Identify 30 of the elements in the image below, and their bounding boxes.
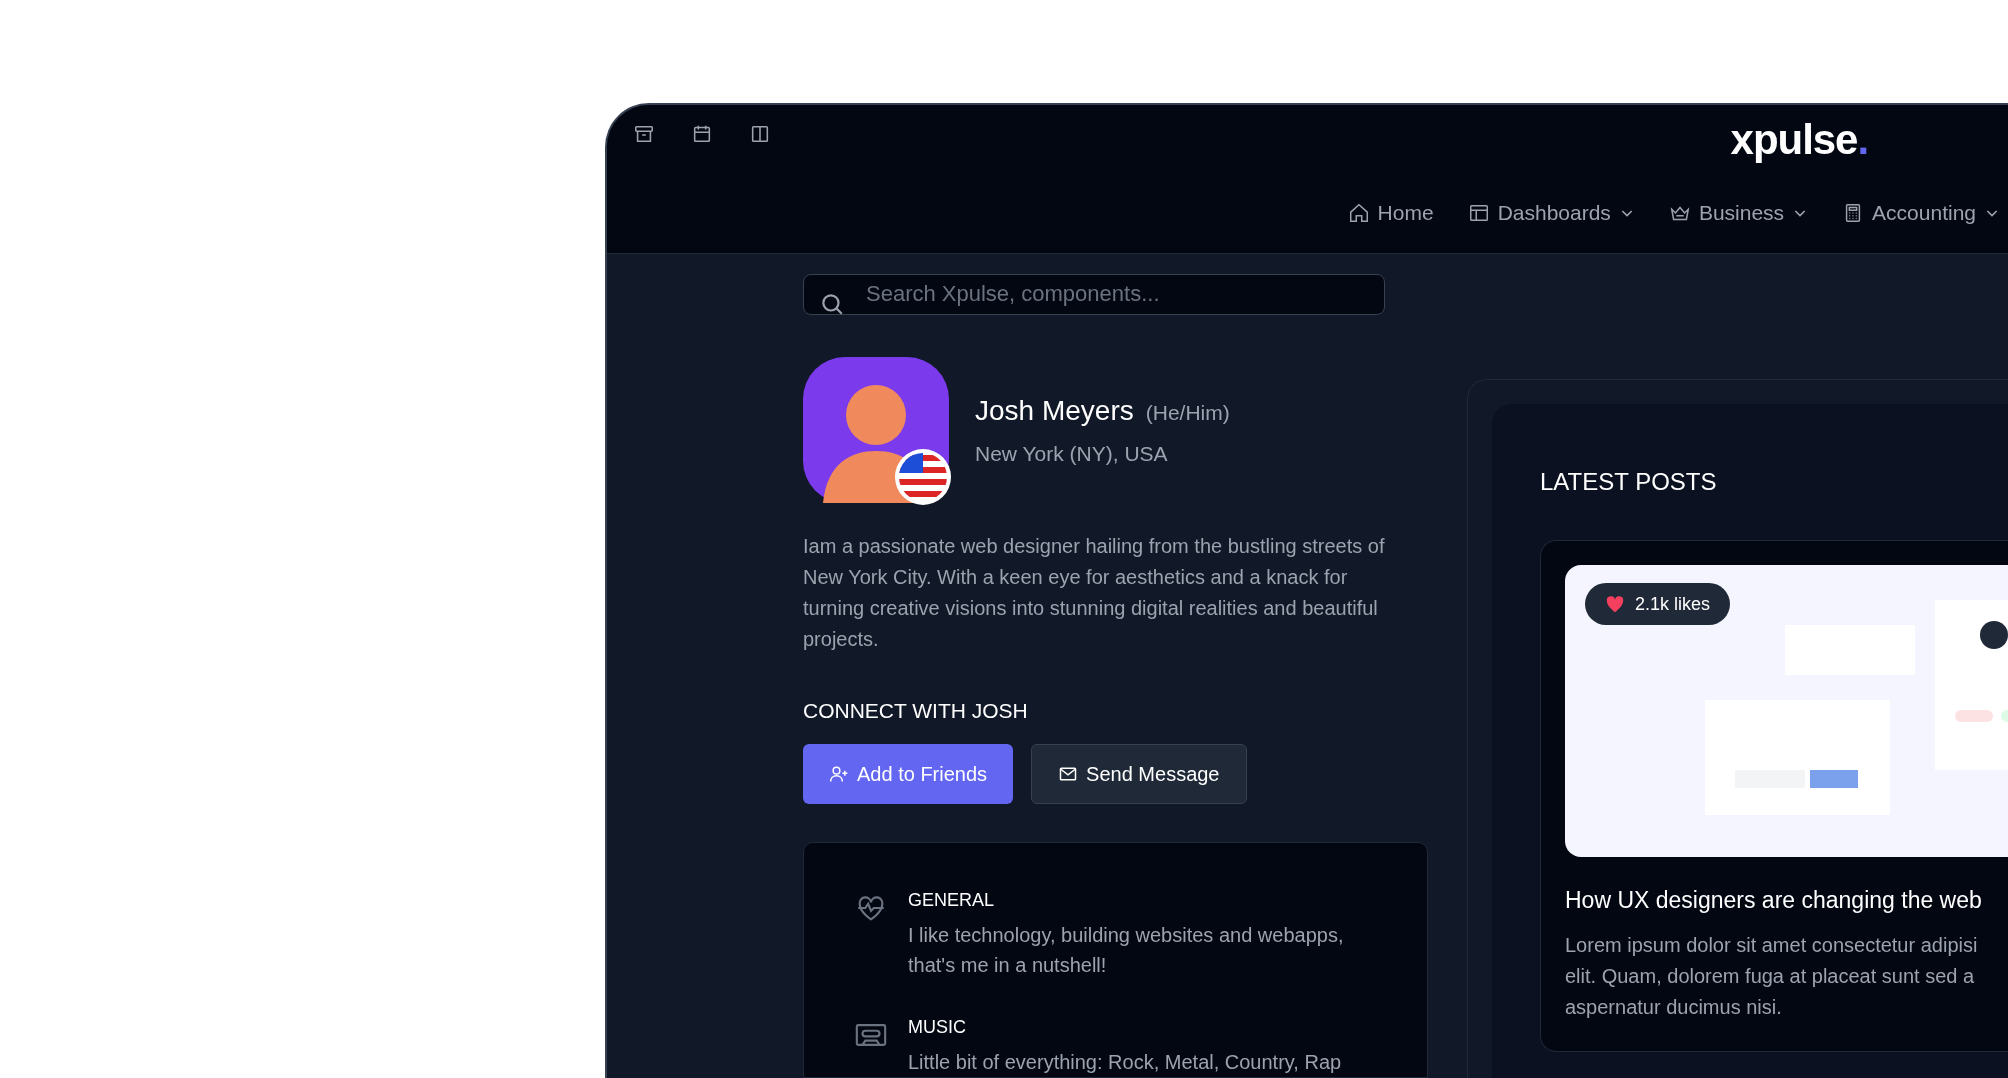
- search-field[interactable]: Search Xpulse, components...: [803, 274, 1385, 315]
- search-icon: [819, 291, 845, 317]
- likes-badge: 2.1k likes: [1585, 583, 1731, 625]
- home-icon: [1347, 201, 1370, 224]
- profile-name: Josh Meyers: [975, 393, 1134, 428]
- archive-icon[interactable]: [633, 123, 655, 145]
- posts-heading: LATEST POSTS: [1540, 467, 1718, 497]
- interest-title: MUSIC: [908, 1016, 967, 1039]
- nav-link[interactable]: Business: [1668, 197, 1809, 229]
- interest-text: I like technology, building websites and webapps, that's me in a nutshell!: [908, 923, 1345, 978]
- logo[interactable]: xpulse.: [1730, 119, 1868, 161]
- location: New York (NY), USA: [975, 440, 1169, 467]
- calendar-icon[interactable]: [691, 123, 713, 145]
- heart-icon: [1605, 595, 1625, 613]
- connect-heading: CONNECT WITH JOSH: [803, 697, 1029, 724]
- send-message-button[interactable]: Send Message: [1031, 744, 1247, 804]
- post-title: How UX designers are changing the web: [1565, 886, 1983, 915]
- nav-link[interactable]: Home: [1347, 197, 1434, 229]
- bio-text: Iam a passionate web designer hailing from the bustling streets of New York City. With a keen eye for aesthetics and a knack for turning creative visions into stunning digital realities and beautiful projects.: [803, 533, 1386, 652]
- add-friend-button[interactable]: Add to Friends: [803, 744, 1014, 804]
- nav-link[interactable]: Accounting: [1842, 197, 2000, 229]
- interest-text: Little bit of everything: Rock, Metal, Country, Rap: [908, 1050, 1342, 1075]
- interest-title: GENERAL: [908, 889, 996, 912]
- user-plus-icon: [829, 764, 849, 784]
- nav-link[interactable]: Dashboards: [1467, 197, 1635, 229]
- pronouns: (He/Him): [1145, 399, 1230, 426]
- envelope-icon: [1058, 764, 1079, 784]
- post-excerpt: Lorem ipsum dolor sit amet consectetur adipisi elit. Quam, dolorem fuga at placeat sunt sed a aspernatur ducimus nisi.: [1565, 932, 1979, 1020]
- columns-icon[interactable]: [749, 123, 771, 145]
- flag-badge-icon: [895, 448, 951, 505]
